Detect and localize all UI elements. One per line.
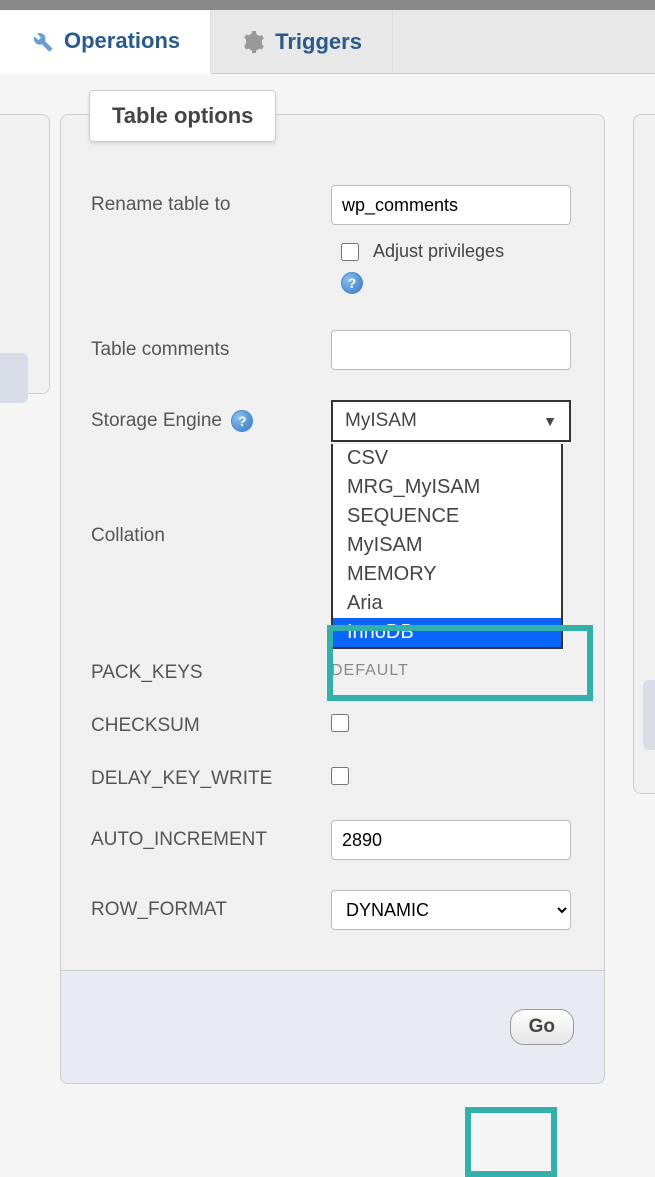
collation-label: Collation bbox=[91, 525, 331, 547]
storage-engine-select[interactable]: MyISAM ▼ CSV MRG_MyISAM SEQUENCE MyISAM … bbox=[331, 400, 571, 442]
rename-label: Rename table to bbox=[91, 194, 331, 216]
delay-key-write-label: DELAY_KEY_WRITE bbox=[91, 768, 331, 790]
storage-engine-option-memory[interactable]: MEMORY bbox=[333, 560, 561, 589]
adjust-privileges-checkbox[interactable] bbox=[341, 243, 359, 261]
tab-operations-label: Operations bbox=[64, 28, 180, 54]
storage-engine-option-aria[interactable]: Aria bbox=[333, 589, 561, 618]
tab-triggers-label: Triggers bbox=[275, 29, 362, 55]
help-icon[interactable]: ? bbox=[341, 272, 363, 294]
wrench-icon bbox=[30, 29, 54, 53]
storage-engine-label: Storage Engine ? bbox=[91, 410, 331, 432]
auto-increment-label: AUTO_INCREMENT bbox=[91, 829, 331, 851]
checksum-label: CHECKSUM bbox=[91, 715, 331, 737]
adjacent-panel-right bbox=[633, 114, 655, 794]
rename-input[interactable] bbox=[331, 185, 571, 225]
auto-increment-input[interactable] bbox=[331, 820, 571, 860]
pack-keys-value[interactable]: DEFAULT bbox=[331, 662, 574, 680]
row-format-select[interactable]: DYNAMIC bbox=[331, 890, 571, 930]
tabs-bar: Operations Triggers bbox=[0, 10, 655, 74]
comments-input[interactable] bbox=[331, 330, 571, 370]
checksum-checkbox[interactable] bbox=[331, 714, 349, 732]
chevron-down-icon: ▼ bbox=[543, 413, 557, 429]
row-format-label: ROW_FORMAT bbox=[91, 899, 331, 921]
go-button[interactable]: Go bbox=[510, 1009, 574, 1045]
table-options-panel: Table options Rename table to Adjust pri… bbox=[60, 114, 605, 1084]
storage-engine-option-innodb[interactable]: InnoDB bbox=[333, 618, 561, 647]
adjust-privileges-label: Adjust privileges bbox=[373, 241, 504, 262]
adjacent-panel-left bbox=[0, 114, 50, 394]
gears-icon bbox=[241, 30, 265, 54]
panel-footer: Go bbox=[61, 970, 604, 1083]
storage-engine-option-csv[interactable]: CSV bbox=[333, 444, 561, 473]
storage-engine-selected-value: MyISAM bbox=[345, 410, 417, 432]
panel-legend: Table options bbox=[89, 90, 276, 142]
pack-keys-label: PACK_KEYS bbox=[91, 662, 331, 684]
tab-operations[interactable]: Operations bbox=[0, 10, 211, 74]
storage-engine-option-sequence[interactable]: SEQUENCE bbox=[333, 502, 561, 531]
window-top-edge bbox=[0, 0, 655, 10]
storage-engine-dropdown-list: CSV MRG_MyISAM SEQUENCE MyISAM MEMORY Ar… bbox=[331, 444, 563, 649]
annotation-highlight-go bbox=[465, 1107, 557, 1177]
help-icon[interactable]: ? bbox=[231, 410, 253, 432]
comments-label: Table comments bbox=[91, 339, 331, 361]
storage-engine-option-mrg-myisam[interactable]: MRG_MyISAM bbox=[333, 473, 561, 502]
tab-triggers[interactable]: Triggers bbox=[211, 10, 393, 73]
delay-key-write-checkbox[interactable] bbox=[331, 767, 349, 785]
storage-engine-option-myisam[interactable]: MyISAM bbox=[333, 531, 561, 560]
